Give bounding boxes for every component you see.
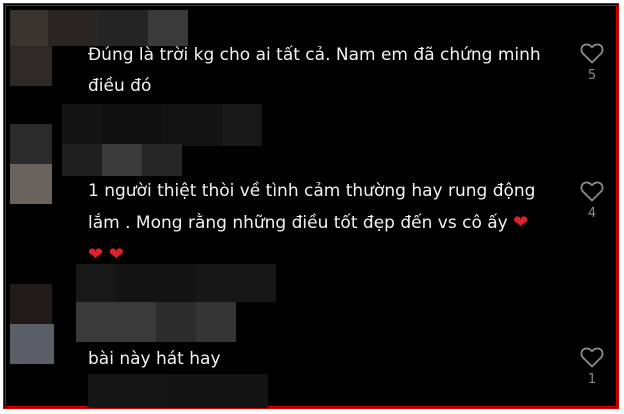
- comment-panel: Đúng là trời kg cho ai tất cả. Nam em đã…: [3, 3, 619, 409]
- red-heart-emoji: ❤: [513, 212, 529, 233]
- like-count: 1: [587, 372, 597, 387]
- like-count: 5: [587, 68, 597, 83]
- heart-outline-icon: [580, 347, 604, 368]
- comment-text: bài này hát hay: [88, 349, 221, 369]
- comment-text: Đúng là trời kg cho ai tất cả. Nam em đã…: [88, 45, 541, 96]
- heart-outline-icon: [580, 43, 604, 64]
- like-button[interactable]: 5: [578, 42, 606, 83]
- red-heart-emoji: ❤ ❤: [88, 244, 124, 265]
- comment-text: 1 người thiệt thòi về tình cảm thường ha…: [88, 176, 558, 271]
- heart-outline-icon: [580, 181, 604, 202]
- like-count: 4: [587, 206, 597, 221]
- like-button[interactable]: 4: [578, 180, 606, 221]
- comment-body: 1 người thiệt thòi về tình cảm thường ha…: [88, 181, 536, 233]
- like-button[interactable]: 1: [578, 346, 606, 387]
